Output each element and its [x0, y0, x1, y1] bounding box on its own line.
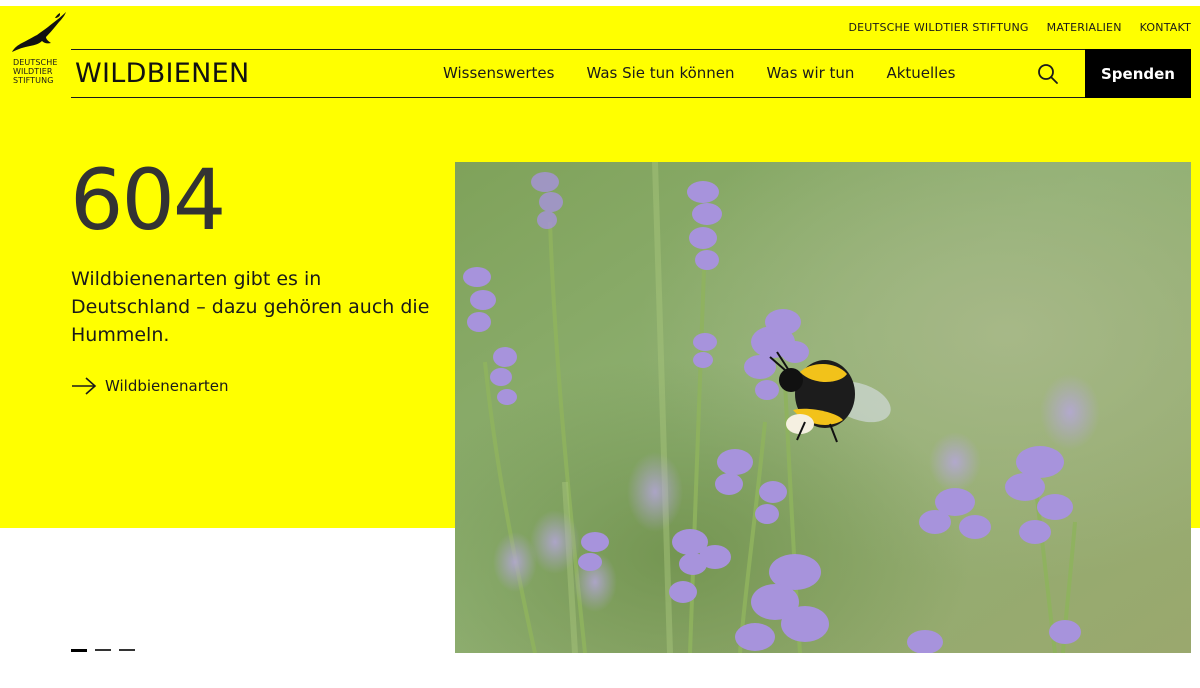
nav-item-was-wir-tun[interactable]: Was wir tun [767, 64, 855, 82]
hero-link-label: Wildbienenarten [105, 377, 229, 395]
hero-image [455, 162, 1191, 653]
slider-dot-2[interactable] [95, 649, 111, 651]
slider-dot-1[interactable] [71, 649, 87, 652]
nav-item-aktuelles[interactable]: Aktuelles [886, 64, 955, 82]
logo-text: DEUTSCHE WILDTIER STIFTUNG [8, 58, 68, 85]
meta-nav-kontakt[interactable]: KONTAKT [1140, 21, 1191, 34]
search-button[interactable] [1037, 63, 1059, 85]
main-header: WILDBIENEN Wissenswertes Was Sie tun kön… [71, 49, 1191, 98]
nav-item-was-sie-tun-koennen[interactable]: Was Sie tun können [586, 64, 734, 82]
eagle-icon [12, 12, 66, 52]
logo-line: STIFTUNG [13, 76, 54, 85]
slider-indicators [71, 649, 135, 652]
main-nav: Wissenswertes Was Sie tun können Was wir… [443, 64, 955, 82]
hero-text: Wildbienenarten gibt es in Deutschland –… [71, 268, 430, 346]
logo-line: WILDTIER [13, 67, 53, 76]
bumblebee-on-lavender-photo [455, 162, 1191, 653]
hero-number: 604 [70, 151, 226, 249]
meta-nav-stiftung[interactable]: DEUTSCHE WILDTIER STIFTUNG [848, 21, 1028, 34]
slider-dot-3[interactable] [119, 649, 135, 651]
meta-nav-materialien[interactable]: MATERIALIEN [1047, 21, 1122, 34]
site-logo[interactable]: DEUTSCHE WILDTIER STIFTUNG [8, 10, 68, 96]
logo-line: DEUTSCHE [13, 58, 58, 67]
search-icon [1038, 64, 1058, 84]
page: DEUTSCHE WILDTIER STIFTUNG DEUTSCHE WILD… [0, 0, 1200, 688]
donate-button[interactable]: Spenden [1085, 49, 1191, 98]
site-title[interactable]: WILDBIENEN [75, 58, 250, 89]
meta-nav: DEUTSCHE WILDTIER STIFTUNG MATERIALIEN K… [848, 21, 1191, 34]
nav-item-wissenswertes[interactable]: Wissenswertes [443, 64, 554, 82]
hero-link-wildbienenarten[interactable]: Wildbienenarten [71, 376, 229, 396]
arrow-right-icon [72, 377, 97, 395]
